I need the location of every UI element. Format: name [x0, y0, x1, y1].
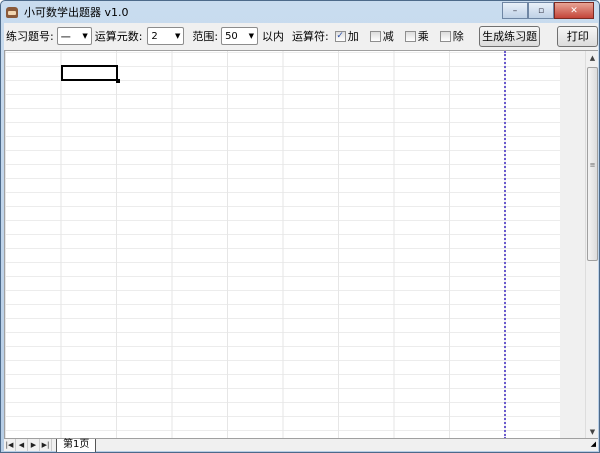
checkbox-icon [369, 30, 381, 42]
app-window: 小可数学出题器 v1.0 – ▫ ✕ 练习题号: 一 ▼ 运算元数: 2 ▼ 范围:… [0, 0, 600, 453]
checkbox-label: 乘 [417, 30, 429, 43]
problem-no-label: 练习题号: [6, 30, 54, 43]
next-sheet-icon[interactable]: ▶ [28, 439, 40, 451]
title-bar: 小可数学出题器 v1.0 – ▫ ✕ [1, 1, 599, 23]
scroll-thumb[interactable]: ≡ [587, 67, 598, 261]
range-label: 范围: [192, 30, 219, 43]
checkbox-multiply[interactable]: 乘 [404, 28, 429, 44]
toolbar: 练习题号: 一 ▼ 运算元数: 2 ▼ 范围: 50 ▼ 以内 运算符: ✓ 加 减 乘… [4, 23, 598, 49]
chevron-down-icon: ▼ [248, 32, 254, 40]
operands-label: 运算元数: [94, 30, 143, 43]
checkbox-label: 减 [382, 30, 394, 43]
generate-button[interactable]: 生成练习题 [478, 25, 541, 47]
problem-no-select[interactable]: 一 ▼ [56, 27, 92, 45]
scroll-up-icon[interactable]: ▲ [586, 51, 598, 65]
checkbox-divide[interactable]: 除 [439, 28, 464, 44]
operators-label: 运算符: [291, 30, 329, 43]
minimize-button[interactable]: – [502, 2, 528, 19]
range-select[interactable]: 50 ▼ [221, 27, 258, 45]
sheet-tab-bar: |◀ ◀ ▶ ▶| 第1页 ◢ [4, 438, 598, 452]
chevron-down-icon: ▼ [174, 32, 181, 40]
operands-value: 2 [151, 30, 158, 42]
last-sheet-icon[interactable]: ▶| [40, 439, 52, 451]
app-icon [6, 6, 18, 18]
range-value: 50 [225, 30, 238, 42]
checkbox-subtract[interactable]: 减 [369, 28, 394, 44]
checkbox-add[interactable]: ✓ 加 [334, 28, 359, 44]
page-break-line [504, 51, 506, 438]
selected-cell[interactable] [61, 65, 120, 83]
checkbox-label: 加 [347, 30, 359, 43]
problem-no-value: 一 [60, 32, 71, 44]
margin-area [560, 51, 585, 438]
print-button[interactable]: 打印 [557, 25, 598, 47]
maximize-button[interactable]: ▫ [528, 2, 554, 19]
scroll-down-icon[interactable]: ▼ [586, 425, 598, 438]
chevron-down-icon: ▼ [82, 32, 88, 40]
first-sheet-icon[interactable]: |◀ [4, 439, 16, 451]
cell-grid[interactable] [5, 51, 560, 438]
sheet-tab-page1[interactable]: 第1页 [56, 438, 97, 452]
close-button[interactable]: ✕ [554, 2, 594, 19]
resize-grip-icon[interactable]: ◢ [591, 440, 596, 448]
window-title: 小可数学出题器 v1.0 [24, 6, 129, 19]
vertical-scrollbar[interactable]: ▲ ≡ ▼ [585, 51, 598, 438]
checkbox-icon [439, 30, 451, 42]
operands-select[interactable]: 2 ▼ [147, 27, 185, 45]
prev-sheet-icon[interactable]: ◀ [16, 439, 28, 451]
client-area: 练习题号: 一 ▼ 运算元数: 2 ▼ 范围: 50 ▼ 以内 运算符: ✓ 加 减 乘… [4, 23, 598, 452]
spreadsheet[interactable]: ▲ ≡ ▼ [4, 50, 598, 438]
checkbox-label: 除 [452, 30, 464, 43]
checkbox-icon [404, 30, 416, 42]
checkbox-checked-icon: ✓ [334, 30, 346, 42]
range-suffix: 以内 [261, 30, 284, 43]
